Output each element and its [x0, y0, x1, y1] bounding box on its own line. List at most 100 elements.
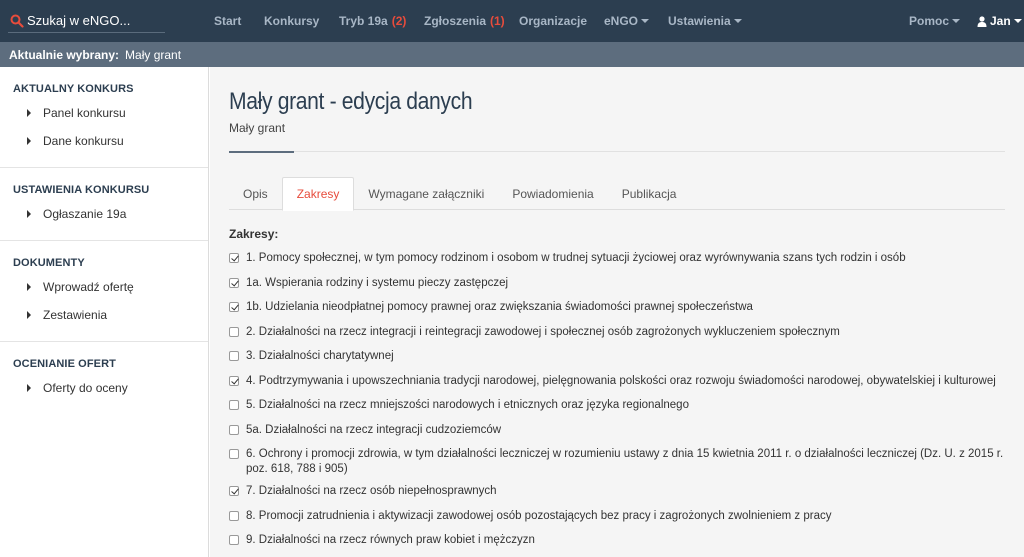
top-navbar: Start Konkursy Tryb 19a(2) Zgłoszenia(1)…: [0, 0, 1024, 42]
scope-checkbox[interactable]: [229, 326, 239, 337]
sidebar-item-summaries[interactable]: Zestawienia: [0, 301, 208, 329]
tab-powiadomienia[interactable]: Powiadomienia: [498, 177, 607, 210]
title-divider: [229, 151, 1005, 152]
sidebar-item-contest-data[interactable]: Dane konkursu: [0, 127, 208, 155]
tab-bar: Opis Zakresy Wymagane załączniki Powiado…: [229, 177, 1005, 211]
scope-row: 3. Działalności charytatywnej: [229, 346, 1005, 371]
sidebar-item-label: Zestawienia: [43, 308, 108, 322]
sidebar-section-offer-evaluation: OCENIANIE OFERT Oferty do oceny: [0, 342, 208, 414]
scope-checkbox[interactable]: [229, 449, 239, 459]
scope-row: 6. Ochrony i promocji zdrowia, w tym dzi…: [229, 444, 1005, 481]
scope-row: 7. Działalności na rzecz osób niepełnosp…: [229, 481, 1005, 506]
scope-checkbox[interactable]: [229, 535, 239, 545]
sidebar-section-current-contest: AKTUALNY KONKURS Panel konkursu Dane kon…: [0, 67, 208, 168]
scope-checkbox[interactable]: [229, 400, 239, 410]
tab-opis[interactable]: Opis: [229, 177, 282, 210]
sidebar-section-title: OCENIANIE OFERT: [13, 358, 116, 370]
selection-value: Mały grant: [125, 47, 182, 62]
scope-row: 1a. Wspierania rodziny i systemu pieczy …: [229, 273, 1005, 298]
scope-label: 4. Podtrzymywania i upowszechniania trad…: [246, 374, 996, 387]
scope-checkbox[interactable]: [229, 424, 239, 435]
caret-right-icon: [27, 210, 31, 218]
nav-organizacje[interactable]: Organizacje: [519, 0, 587, 42]
scope-label: 1a. Wspierania rodziny i systemu pieczy …: [246, 276, 509, 289]
current-selection-bar: Aktualnie wybrany: Mały grant: [0, 42, 1024, 67]
nav-konkursy[interactable]: Konkursy: [264, 0, 319, 42]
scopes-label: Zakresy:: [229, 227, 279, 241]
scope-checkbox[interactable]: [229, 510, 239, 521]
nav-label: eNGO: [604, 14, 639, 28]
scope-row: 4. Podtrzymywania i upowszechniania trad…: [229, 371, 1005, 396]
title-divider-accent: [229, 151, 294, 153]
nav-engo-dropdown[interactable]: eNGO: [604, 0, 650, 42]
caret-right-icon: [27, 109, 31, 117]
nav-label: Pomoc: [909, 14, 950, 28]
user-menu[interactable]: Jan: [977, 0, 1022, 42]
sidebar: AKTUALNY KONKURS Panel konkursu Dane kon…: [0, 67, 209, 557]
count-badge: (2): [391, 14, 407, 28]
scope-label: 8. Promocji zatrudnienia i aktywizacji z…: [246, 509, 832, 522]
count-badge: (1): [490, 14, 505, 28]
scope-checkbox[interactable]: [229, 277, 239, 288]
nav-label: Tryb 19a: [339, 14, 388, 28]
caret-down-icon: [641, 19, 650, 23]
scope-row: 1. Pomocy społecznej, w tym pomocy rodzi…: [229, 248, 1005, 273]
search-icon: [10, 14, 24, 28]
scope-row: 2. Działalności na rzecz integracji i re…: [229, 322, 1005, 347]
sidebar-section-title: USTAWIENIA KONKURSU: [13, 184, 150, 196]
scope-label: 3. Działalności charytatywnej: [246, 350, 394, 362]
page-title: Mały grant - edycja danych: [229, 88, 473, 115]
scope-label: 1. Pomocy społecznej, w tym pomocy rodzi…: [246, 252, 906, 264]
scope-checkbox[interactable]: [229, 253, 239, 263]
scope-label: 9. Działalności na rzecz równych praw ko…: [246, 534, 535, 546]
sidebar-item-label: Wprowadź ofertę: [43, 280, 134, 294]
caret-right-icon: [27, 137, 31, 145]
tab-publikacja[interactable]: Publikacja: [608, 177, 691, 210]
sidebar-item-label: Panel konkursu: [43, 106, 126, 120]
selection-label: Aktualnie wybrany:: [9, 47, 120, 62]
scope-row: 9. Działalności na rzecz równych praw ko…: [229, 530, 1005, 555]
search-input[interactable]: [27, 13, 157, 28]
scope-row: 5a. Działalności na rzecz integracji cud…: [229, 420, 1005, 445]
search-box[interactable]: [8, 9, 165, 33]
tab-wymagane-zalaczniki[interactable]: Wymagane załączniki: [354, 177, 498, 210]
sidebar-item-enter-offer[interactable]: Wprowadź ofertę: [0, 273, 208, 301]
scopes-list: 1. Pomocy społecznej, w tym pomocy rodzi…: [229, 248, 1005, 555]
sidebar-item-label: Dane konkursu: [43, 134, 124, 148]
nav-zgloszenia[interactable]: Zgłoszenia (1): [424, 0, 505, 42]
scope-label: 6. Ochrony i promocji zdrowia, w tym dzi…: [246, 448, 1004, 475]
nav-label: Organizacje: [519, 14, 588, 28]
scope-label: 5. Działalności na rzecz mniejszości nar…: [246, 399, 689, 411]
page-subtitle: Mały grant: [229, 121, 286, 135]
nav-label: Ustawienia: [668, 14, 731, 28]
nav-label: Zgłoszenia: [424, 14, 487, 28]
scope-label: 7. Działalności na rzecz osób niepełnosp…: [246, 485, 497, 497]
sidebar-section-title: DOKUMENTY: [13, 257, 85, 269]
sidebar-item-contest-panel[interactable]: Panel konkursu: [0, 99, 208, 127]
caret-right-icon: [27, 283, 31, 291]
scope-row: 1b. Udzielania nieodpłatnej pomocy prawn…: [229, 297, 1005, 322]
nav-start[interactable]: Start: [214, 0, 241, 42]
scope-checkbox[interactable]: [229, 302, 239, 312]
sidebar-item-announce-19a[interactable]: Ogłaszanie 19a: [0, 200, 208, 228]
scope-row: 5. Działalności na rzecz mniejszości nar…: [229, 395, 1005, 420]
caret-right-icon: [27, 384, 31, 392]
sidebar-section-contest-settings: USTAWIENIA KONKURSU Ogłaszanie 19a: [0, 168, 208, 241]
sidebar-section-title: AKTUALNY KONKURS: [13, 83, 134, 95]
nav-label: Start: [214, 14, 242, 28]
tab-zakresy[interactable]: Zakresy: [281, 177, 355, 211]
caret-down-icon: [952, 19, 961, 23]
scope-checkbox[interactable]: [229, 351, 239, 361]
nav-ustawienia-dropdown[interactable]: Ustawienia: [668, 0, 742, 42]
sidebar-item-offers-to-evaluate[interactable]: Oferty do oceny: [0, 374, 208, 402]
scope-checkbox[interactable]: [229, 486, 239, 496]
caret-down-icon: [1013, 19, 1022, 23]
user-name: Jan: [990, 14, 1011, 28]
sidebar-item-label: Oferty do oceny: [43, 381, 128, 395]
nav-tryb-19a[interactable]: Tryb 19a (2): [339, 0, 406, 42]
main-content: Mały grant - edycja danych Mały grant Op…: [210, 67, 1024, 557]
nav-help-dropdown[interactable]: Pomoc: [909, 0, 961, 42]
user-icon: [977, 15, 987, 27]
scope-label: 2. Działalności na rzecz integracji i re…: [246, 325, 840, 338]
scope-checkbox[interactable]: [229, 375, 239, 386]
